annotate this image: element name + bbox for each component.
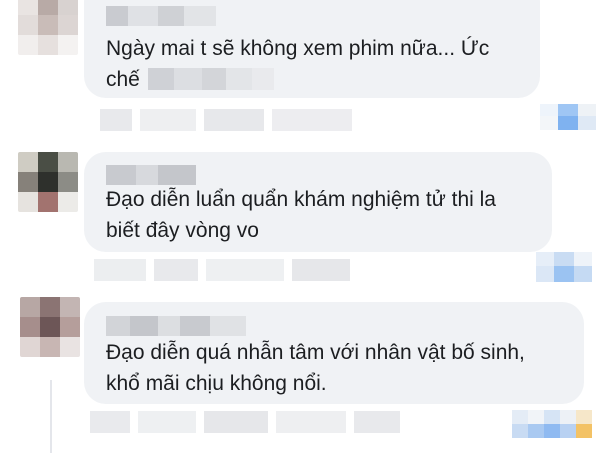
comment-text: Đạo diễn quá nhẫn tâm với nhân vật bố si… [106,341,525,395]
comment-actions[interactable] [94,258,350,282]
commenter-name[interactable] [106,6,216,26]
commenter-name[interactable] [106,165,196,185]
reaction-count[interactable] [536,252,592,282]
avatar[interactable] [20,297,80,357]
avatar[interactable] [18,152,78,212]
comment-actions[interactable] [90,410,400,434]
comment-thread: Ngày mai t sẽ không xem phim nữa... Ức c… [0,0,600,453]
reply-thread-line [50,380,52,453]
reaction-count[interactable] [512,410,592,438]
comment-actions[interactable] [100,108,352,132]
comment-text: Đạo diễn luẩn quẩn khám nghiệm tử thi la… [106,188,496,242]
redacted-emoji [148,68,274,90]
avatar[interactable] [18,0,78,55]
reaction-count[interactable] [540,104,596,130]
commenter-name[interactable] [106,316,246,336]
